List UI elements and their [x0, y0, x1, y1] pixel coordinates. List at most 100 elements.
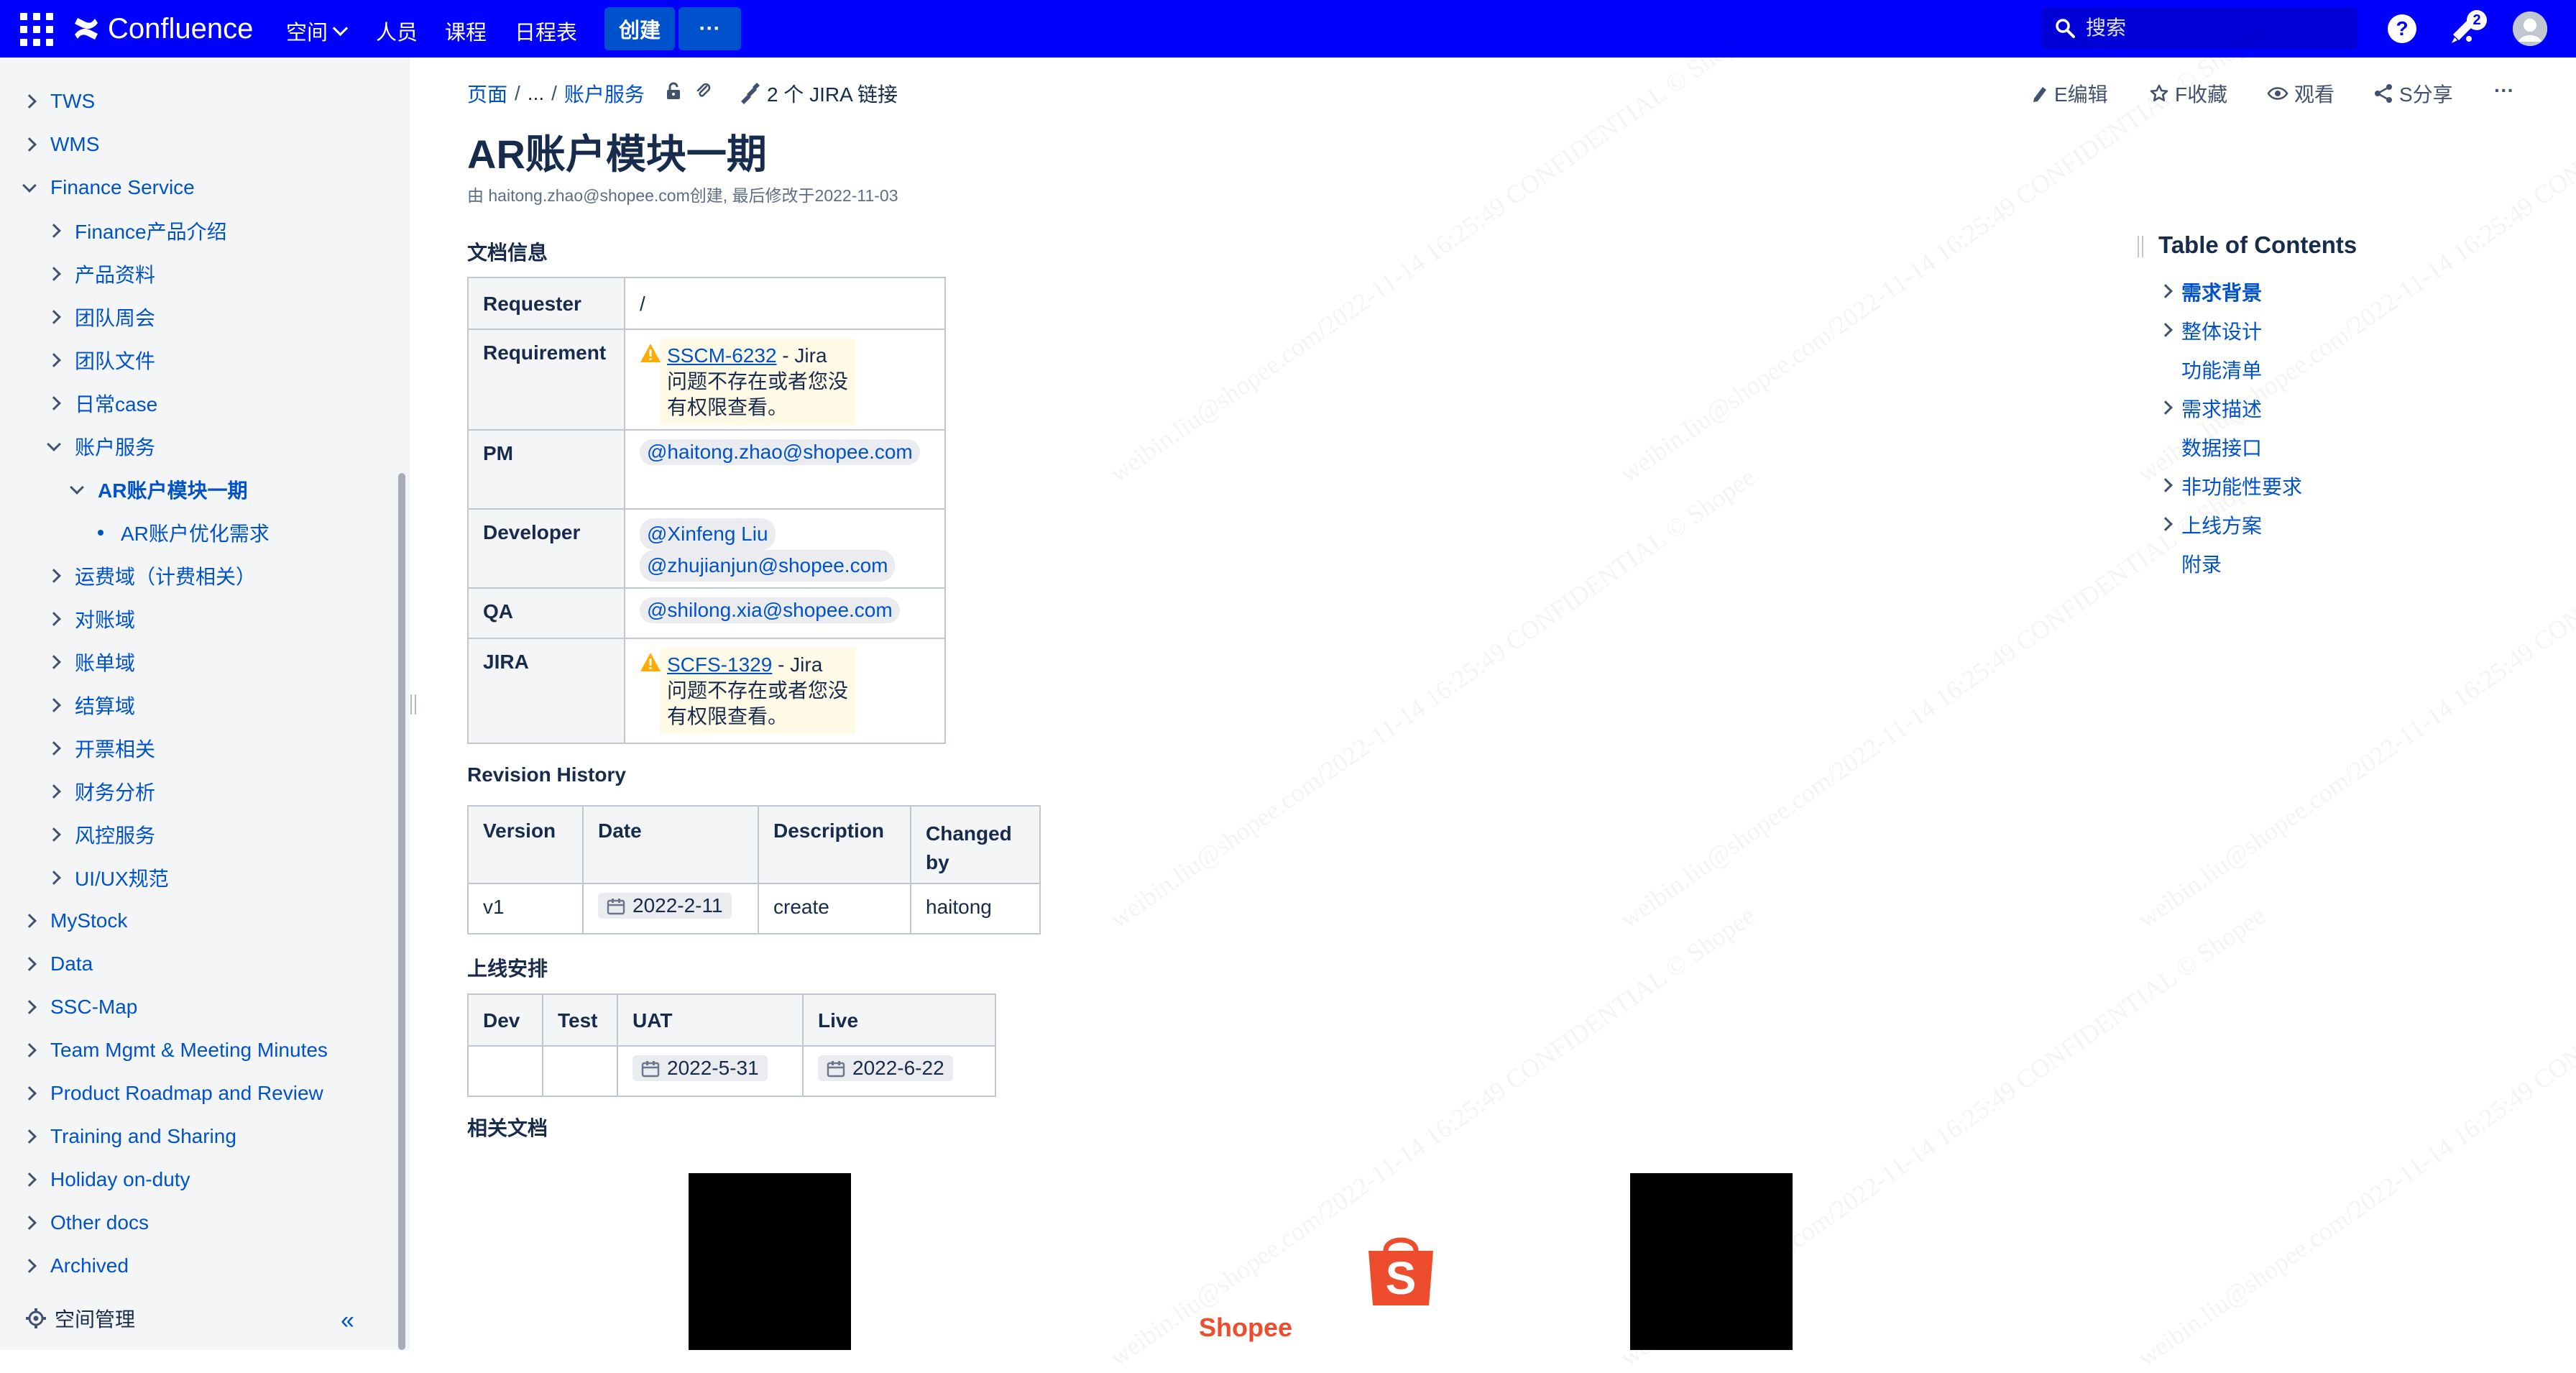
sidebar-item-training[interactable]: Training and Sharing [22, 1117, 236, 1156]
chevron-right-icon[interactable] [22, 1172, 37, 1187]
unlock-icon[interactable] [665, 82, 682, 106]
chevron-right-icon[interactable] [22, 1086, 37, 1101]
breadcrumb-ellipsis[interactable]: ... [528, 82, 544, 105]
chevron-right-icon[interactable] [22, 1216, 37, 1230]
chevron-down-icon[interactable] [70, 480, 84, 495]
create-button[interactable]: 创建 [604, 7, 675, 50]
sidebar-item-product-roadmap[interactable]: Product Roadmap and Review [22, 1074, 323, 1113]
sidebar-item-data[interactable]: Data [22, 945, 93, 983]
chevron-right-icon[interactable] [47, 310, 61, 324]
toc-item[interactable]: 功能清单 [2181, 355, 2262, 384]
nav-calendar[interactable]: 日程表 [515, 16, 577, 46]
date-lozenge[interactable]: 2022-5-31 [632, 1055, 768, 1081]
share-button[interactable]: S分享 [2373, 79, 2453, 108]
sidebar-item-settlement[interactable]: 结算域 [47, 686, 135, 725]
app-switcher-icon[interactable] [20, 13, 53, 46]
date-lozenge[interactable]: 2022-6-22 [818, 1055, 953, 1081]
attachment-icon[interactable] [695, 82, 712, 106]
sidebar-scrollbar[interactable] [398, 473, 405, 1350]
chevron-right-icon[interactable] [22, 1000, 37, 1014]
chevron-right-icon[interactable] [22, 94, 37, 109]
jira-issue-link[interactable]: SSCM-6232 [667, 344, 777, 367]
toc-item[interactable]: 需求背景 [2181, 277, 2262, 306]
sidebar-item-finance-service[interactable]: Finance Service [22, 168, 195, 207]
chevron-down-icon[interactable] [22, 178, 37, 193]
chevron-right-icon[interactable] [47, 871, 61, 885]
chevron-right-icon[interactable] [22, 957, 37, 971]
more-actions-button[interactable]: ··· [2494, 79, 2514, 102]
sidebar-item-account-service[interactable]: 账户服务 [47, 427, 155, 466]
toc-item[interactable]: 整体设计 [2181, 316, 2262, 345]
sidebar-item-risk-control[interactable]: 风控服务 [47, 815, 155, 854]
sidebar-item-product-docs[interactable]: 产品资料 [47, 254, 155, 293]
sidebar-item-holiday[interactable]: Holiday on-duty [22, 1160, 190, 1199]
chevron-right-icon[interactable] [47, 741, 61, 756]
chevron-right-icon[interactable] [47, 655, 61, 669]
nav-people[interactable]: 人员 [376, 16, 418, 46]
chevron-down-icon[interactable] [47, 437, 61, 451]
help-icon[interactable]: ? [2386, 13, 2418, 45]
favorite-button[interactable]: F收藏 [2149, 79, 2227, 108]
confluence-logo[interactable]: Confluence [72, 10, 253, 47]
breadcrumb-parent[interactable]: 账户服务 [564, 79, 645, 108]
jira-issue-link[interactable]: SCFS-1329 [667, 653, 772, 676]
chevron-right-icon[interactable] [22, 1043, 37, 1057]
user-mention[interactable]: @Xinfeng Liu [640, 518, 776, 550]
sidebar-item-ar-account-phase1[interactable]: AR账户模块一期 [70, 470, 247, 509]
collapse-sidebar-button[interactable]: « [341, 1307, 354, 1335]
sidebar-item-invoicing[interactable]: 开票相关 [47, 729, 155, 768]
chevron-right-icon[interactable] [22, 914, 37, 928]
sidebar-item-billing[interactable]: 账单域 [47, 643, 135, 681]
chevron-right-icon[interactable] [22, 1129, 37, 1144]
search-box[interactable] [2041, 7, 2358, 49]
chevron-right-icon[interactable] [47, 784, 61, 799]
sidebar-item-ar-optimization[interactable]: AR账户优化需求 [98, 513, 270, 552]
sidebar-item-reconciliation[interactable]: 对账域 [47, 600, 135, 638]
sidebar-item-archived[interactable]: Archived [22, 1246, 129, 1285]
toc-item[interactable]: 需求描述 [2181, 394, 2262, 423]
chevron-right-icon[interactable] [2158, 478, 2173, 492]
breadcrumb-pages[interactable]: 页面 [467, 79, 507, 108]
search-input[interactable] [2084, 16, 2346, 40]
sidebar-item-team-files[interactable]: 团队文件 [47, 341, 155, 380]
watch-button[interactable]: 观看 [2267, 79, 2334, 108]
chevron-right-icon[interactable] [2158, 400, 2173, 415]
nav-spaces[interactable]: 空间 [286, 16, 349, 46]
chevron-right-icon[interactable] [2158, 323, 2173, 337]
sidebar-item-financial-analysis[interactable]: 财务分析 [47, 772, 155, 811]
date-lozenge[interactable]: 2022-2-11 [598, 893, 732, 919]
toc-item[interactable]: 上线方案 [2181, 510, 2262, 539]
nav-courses[interactable]: 课程 [445, 16, 487, 46]
sidebar-item-tws[interactable]: TWS [22, 82, 95, 121]
sidebar-item-finance-intro[interactable]: Finance产品介绍 [47, 211, 227, 250]
sidebar-item-freight-domain[interactable]: 运费域（计费相关） [47, 556, 256, 595]
create-more-button[interactable]: ··· [678, 7, 741, 50]
edit-button[interactable]: E编辑 [2031, 79, 2108, 108]
toc-item[interactable]: 附录 [2181, 549, 2222, 578]
toc-item[interactable]: 数据接口 [2181, 433, 2262, 462]
chevron-right-icon[interactable] [47, 569, 61, 583]
chevron-right-icon[interactable] [47, 396, 61, 410]
sidebar-item-wms[interactable]: WMS [22, 125, 99, 164]
sidebar-item-mystock[interactable]: MyStock [22, 901, 127, 940]
sidebar-item-team-mgmt[interactable]: Team Mgmt & Meeting Minutes [22, 1031, 328, 1070]
sidebar-item-ssc-map[interactable]: SSC-Map [22, 988, 137, 1027]
user-mention[interactable]: @shilong.xia@shopee.com [640, 597, 900, 623]
chevron-right-icon[interactable] [47, 267, 61, 281]
chevron-right-icon[interactable] [47, 827, 61, 842]
chevron-right-icon[interactable] [47, 698, 61, 712]
user-avatar[interactable] [2513, 12, 2547, 46]
user-mention[interactable]: @haitong.zhao@shopee.com [640, 439, 920, 465]
chevron-right-icon[interactable] [22, 1259, 37, 1273]
space-admin-link[interactable]: 空间管理 [26, 1304, 135, 1333]
chevron-right-icon[interactable] [47, 612, 61, 626]
chevron-right-icon[interactable] [47, 224, 61, 238]
sidebar-resize-handle[interactable] [410, 694, 419, 716]
sidebar-item-team-weekly[interactable]: 团队周会 [47, 298, 155, 336]
sidebar-item-other-docs[interactable]: Other docs [22, 1203, 149, 1242]
chevron-right-icon[interactable] [22, 137, 37, 152]
sidebar-item-daily-case[interactable]: 日常case [47, 384, 157, 423]
toc-item[interactable]: 非功能性要求 [2181, 472, 2302, 500]
jira-links[interactable]: 2 个 JIRA 链接 [738, 79, 898, 108]
chevron-right-icon[interactable] [47, 353, 61, 367]
